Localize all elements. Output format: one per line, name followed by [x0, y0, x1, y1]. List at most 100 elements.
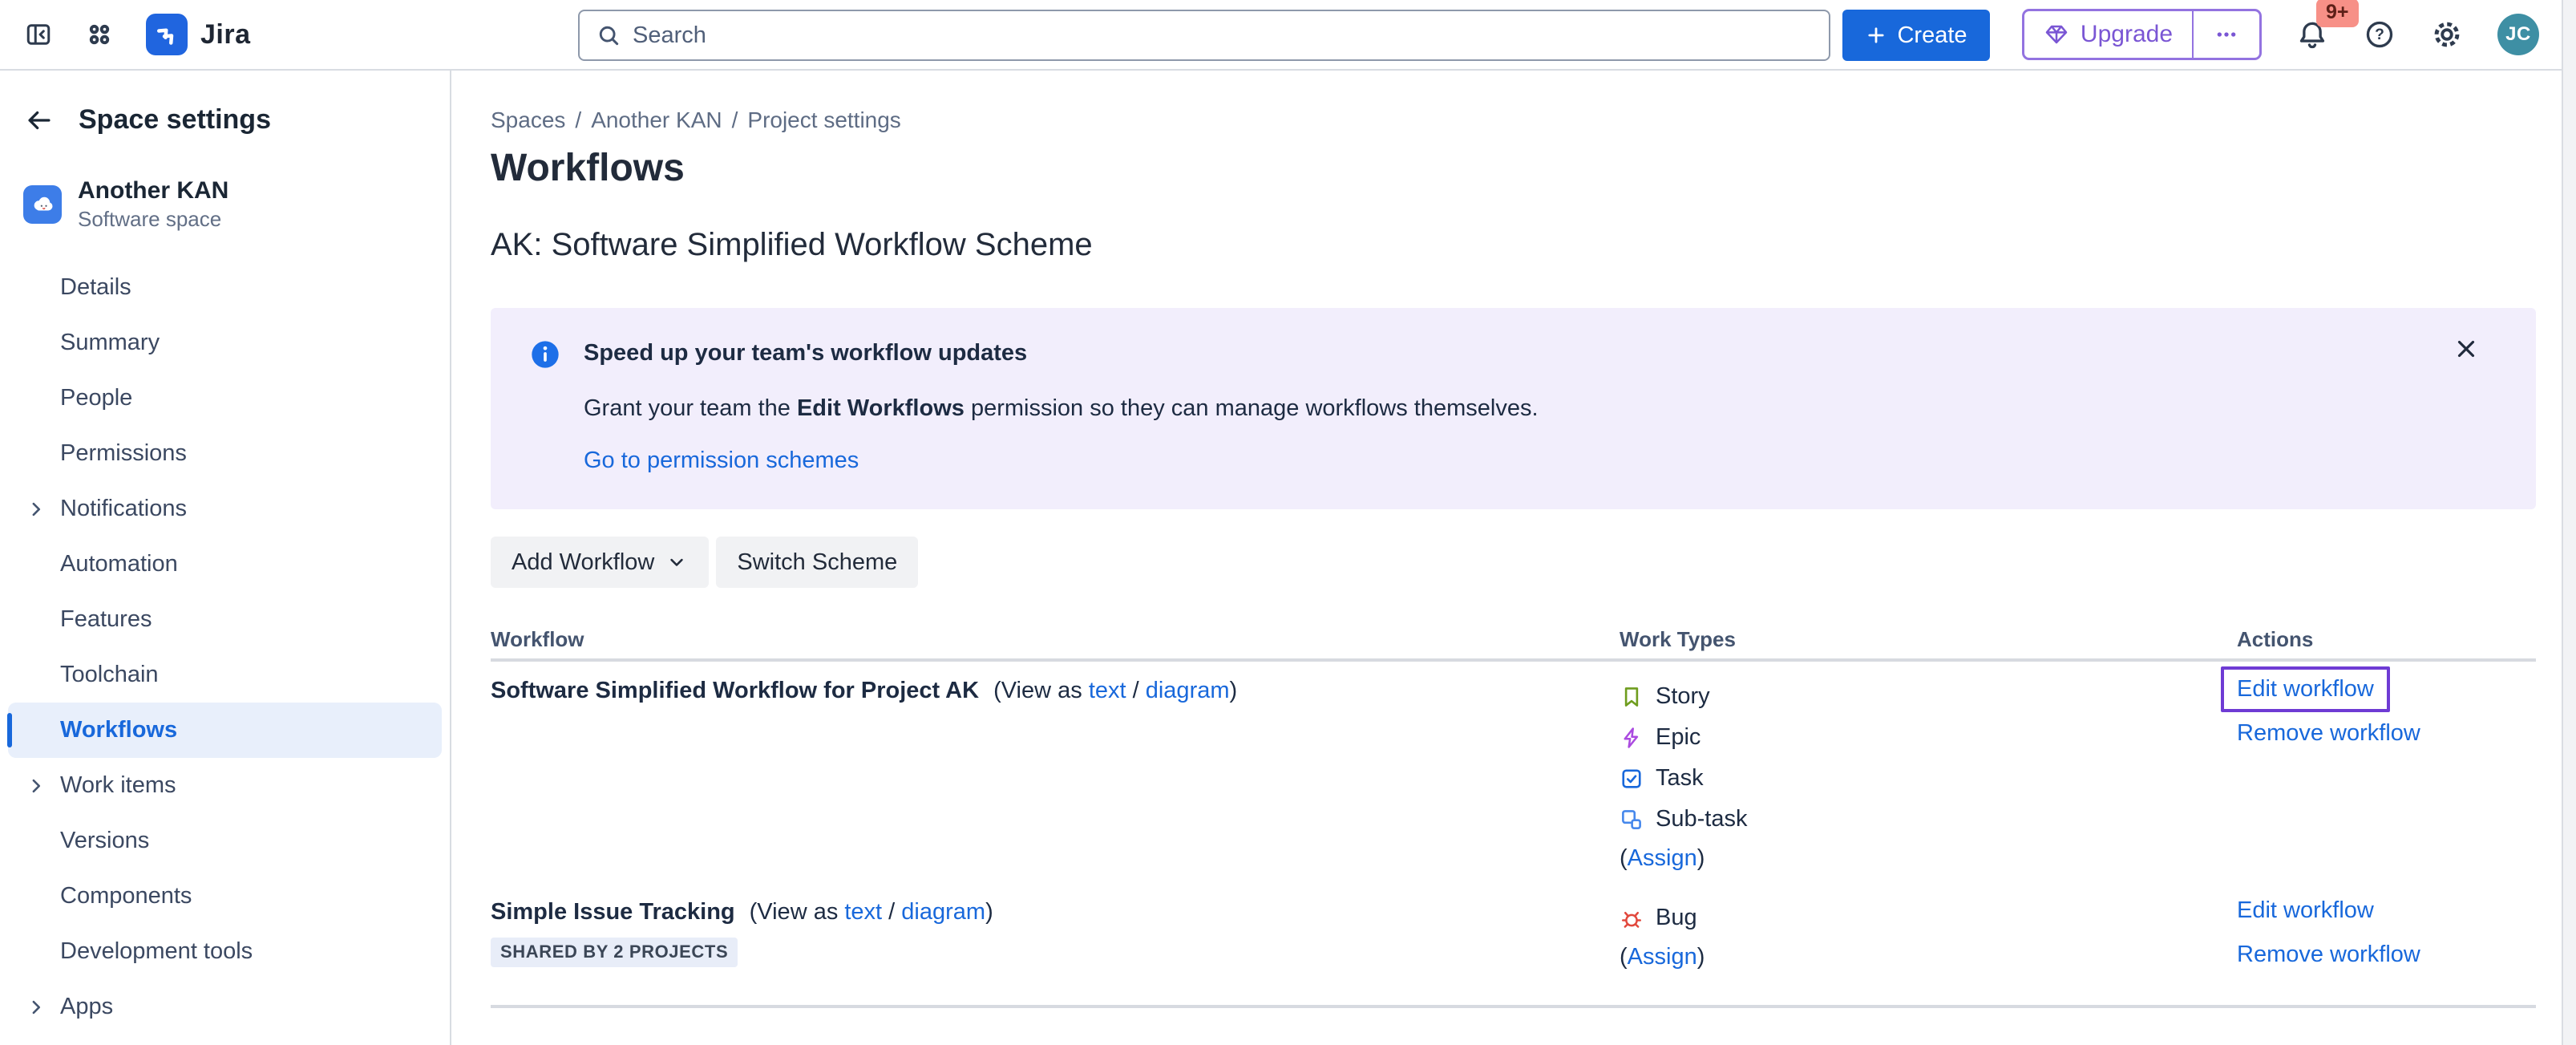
- search-bar[interactable]: [578, 10, 1830, 61]
- assign-line: (Assign): [1620, 840, 2237, 877]
- banner-title: Speed up your team's workflow updates: [584, 340, 1539, 367]
- collapse-sidebar-button[interactable]: [24, 20, 53, 49]
- switch-scheme-button[interactable]: Switch Scheme: [716, 537, 918, 588]
- scheme-title: AK: Software Simplified Workflow Scheme: [491, 227, 2536, 263]
- edit-workflow-link[interactable]: Edit workflow: [2237, 897, 2374, 924]
- remove-workflow-link[interactable]: Remove workflow: [2237, 720, 2420, 747]
- story-icon: [1620, 685, 1644, 709]
- sidebar-item-toolchain[interactable]: Toolchain: [8, 647, 442, 703]
- workflows-table: Workflow Work Types Actions Software Sim…: [491, 620, 2536, 1008]
- work-type-task: Task: [1620, 758, 2237, 799]
- upgrade-button[interactable]: Upgrade: [2024, 11, 2192, 58]
- view-as-text-link[interactable]: text: [1089, 678, 1126, 703]
- space-avatar-icon: [23, 185, 62, 224]
- search-icon: [596, 22, 621, 48]
- column-header-workflow: Workflow: [491, 627, 1620, 652]
- search-input[interactable]: [633, 22, 1813, 49]
- bug-icon: [1620, 906, 1644, 930]
- epic-icon: [1620, 726, 1644, 750]
- jira-logo[interactable]: Jira: [146, 14, 251, 55]
- sidebar-item-apps[interactable]: Apps: [8, 979, 442, 1035]
- column-header-work-types: Work Types: [1620, 627, 2237, 652]
- gem-icon: [2044, 22, 2069, 47]
- banner-body: Grant your team the Edit Workflows permi…: [584, 395, 1539, 422]
- info-icon: [529, 338, 561, 474]
- breadcrumb-project-settings[interactable]: Project settings: [747, 107, 900, 133]
- svg-text:?: ?: [2375, 26, 2384, 43]
- table-row: Software Simplified Workflow for Project…: [491, 662, 2536, 894]
- sidebar-item-notifications[interactable]: Notifications: [8, 481, 442, 537]
- jira-logo-icon: [146, 14, 188, 55]
- sidebar-item-details[interactable]: Details: [8, 260, 442, 315]
- gear-icon: [2430, 18, 2464, 51]
- sidebar: Space settings Another KAN Software spac…: [0, 71, 451, 1045]
- sidebar-item-development-tools[interactable]: Development tools: [8, 924, 442, 979]
- chevron-right-icon: [24, 995, 48, 1019]
- space-header: Another KAN Software space: [0, 136, 450, 233]
- space-name: Another KAN: [78, 176, 228, 206]
- view-as-diagram-link[interactable]: diagram: [901, 899, 985, 925]
- create-button[interactable]: Create: [1842, 10, 1990, 61]
- assign-link[interactable]: Assign: [1628, 944, 1697, 970]
- work-type-story: Story: [1620, 676, 2237, 717]
- subtask-icon: [1620, 808, 1644, 832]
- work-type-bug: Bug: [1620, 897, 2237, 938]
- upgrade-split-button: Upgrade: [2022, 9, 2262, 60]
- sidebar-item-automation[interactable]: Automation: [8, 537, 442, 592]
- assign-line: (Assign): [1620, 938, 2237, 975]
- panel-collapse-icon: [24, 20, 53, 49]
- sidebar-item-versions[interactable]: Versions: [8, 813, 442, 869]
- workflow-name: Software Simplified Workflow for Project…: [491, 676, 1620, 705]
- breadcrumb: Spaces / Another KAN / Project settings: [491, 107, 2536, 133]
- focus-ring: Edit workflow: [2221, 666, 2390, 712]
- page-title: Workflows: [491, 146, 2536, 190]
- ellipsis-icon: [2214, 22, 2239, 47]
- work-type-epic: Epic: [1620, 717, 2237, 758]
- sidebar-item-people[interactable]: People: [8, 371, 442, 426]
- sidebar-item-work-items[interactable]: Work items: [8, 758, 442, 813]
- upgrade-label: Upgrade: [2081, 21, 2173, 48]
- shared-projects-badge: SHARED BY 2 PROJECTS: [491, 938, 738, 967]
- settings-button[interactable]: [2430, 18, 2464, 51]
- back-button[interactable]: [24, 105, 55, 136]
- app-switcher-button[interactable]: [85, 20, 114, 49]
- sidebar-item-workflows[interactable]: Workflows: [8, 703, 442, 758]
- sidebar-item-summary[interactable]: Summary: [8, 315, 442, 371]
- assign-link[interactable]: Assign: [1628, 845, 1697, 872]
- chevron-right-icon: [24, 497, 48, 521]
- info-banner: Speed up your team's workflow updates Gr…: [491, 308, 2536, 509]
- scrollbar[interactable]: [2562, 0, 2576, 1045]
- column-header-actions: Actions: [2237, 627, 2536, 652]
- breadcrumb-spaces[interactable]: Spaces: [491, 107, 565, 133]
- back-arrow-icon: [24, 105, 55, 136]
- question-icon: ?: [2363, 18, 2396, 51]
- table-row: Simple Issue Tracking(View as text / dia…: [491, 894, 2536, 1005]
- workflow-name: Simple Issue Tracking(View as text / dia…: [491, 897, 1620, 926]
- sidebar-item-permissions[interactable]: Permissions: [8, 426, 442, 481]
- remove-workflow-link[interactable]: Remove workflow: [2237, 942, 2420, 968]
- chevron-right-icon: [24, 774, 48, 798]
- upgrade-more-button[interactable]: [2194, 11, 2259, 58]
- user-avatar[interactable]: JC: [2497, 14, 2539, 55]
- help-button[interactable]: ?: [2363, 18, 2396, 51]
- table-header-row: Workflow Work Types Actions: [491, 620, 2536, 658]
- view-as-text-link[interactable]: text: [844, 899, 882, 925]
- sidebar-item-components[interactable]: Components: [8, 869, 442, 924]
- top-bar: Jira Create Upgrade: [0, 0, 2576, 71]
- permission-schemes-link[interactable]: Go to permission schemes: [584, 448, 859, 474]
- banner-close-button[interactable]: [2453, 335, 2480, 363]
- app-name: Jira: [200, 19, 251, 51]
- sidebar-title: Space settings: [79, 104, 271, 136]
- task-icon: [1620, 767, 1644, 791]
- work-type-subtask: Sub-task: [1620, 799, 2237, 840]
- notification-count-badge: 9+: [2316, 0, 2359, 27]
- sidebar-item-features[interactable]: Features: [8, 592, 442, 647]
- chevron-down-icon: [665, 551, 688, 573]
- add-workflow-button[interactable]: Add Workflow: [491, 537, 709, 588]
- app-grid-icon: [85, 20, 114, 49]
- edit-workflow-link[interactable]: Edit workflow: [2237, 676, 2374, 703]
- view-as-diagram-link[interactable]: diagram: [1146, 678, 1230, 703]
- breadcrumb-another-kan[interactable]: Another KAN: [591, 107, 722, 133]
- main-content: Spaces / Another KAN / Project settings …: [453, 71, 2562, 1045]
- close-icon: [2453, 335, 2480, 363]
